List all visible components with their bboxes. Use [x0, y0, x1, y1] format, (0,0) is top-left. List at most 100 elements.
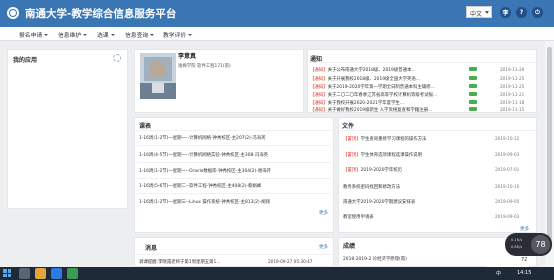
- notice-date: 2019-11-15: [500, 107, 525, 112]
- nav-item-course-select[interactable]: 选课: [97, 30, 115, 39]
- chevron-down-icon: [485, 11, 489, 14]
- nav-label: 信息查询: [125, 33, 149, 39]
- chevron-down-icon: [150, 34, 155, 36]
- doc-item[interactable]: 教室使用申请表: [343, 214, 374, 220]
- doc-text: 南通大学2019-2020学期建议安排表: [343, 200, 416, 205]
- notice-text: 关于公布南通大学2018级、2019级普通本...: [327, 68, 416, 73]
- new-badge: [469, 76, 477, 80]
- schedule-more-link[interactable]: 更多: [319, 210, 328, 216]
- chevron-down-icon: [188, 34, 193, 36]
- doc-item[interactable]: 【置顶】学生体育选项课程选课操作说明: [343, 152, 422, 158]
- nav-item-evaluation[interactable]: 教学评价: [163, 30, 193, 39]
- file-explorer-icon[interactable]: [35, 268, 46, 279]
- scrollbar-thumb[interactable]: [547, 47, 552, 247]
- notice-text: 关于我校开展2020-2021学年度学生...: [327, 101, 404, 106]
- nav-label: 教学评价: [163, 33, 187, 39]
- grade-score: 72: [521, 257, 528, 263]
- help-icon[interactable]: ?: [516, 7, 527, 18]
- chevron-down-icon: [44, 34, 49, 36]
- new-badge: [469, 84, 477, 88]
- notice-item[interactable]: 【通知】关于我校开展2020-2021学年度学生...: [310, 100, 404, 106]
- taskbar: 中 14:15: [0, 267, 554, 280]
- schedule-item[interactable]: 1-16周(4-5节)一星期一--计算机网络实验-钟秀校区-主308-冯海英: [139, 152, 268, 158]
- notice-text: 关于做好我校2019级新生 入学资格复查和学籍注册...: [327, 108, 433, 113]
- nav-label: 信息维护: [58, 33, 82, 39]
- gear-icon[interactable]: [113, 54, 121, 62]
- user-avatar-icon[interactable]: 李: [500, 7, 511, 18]
- notice-tag: 【通知】: [310, 108, 328, 113]
- language-select[interactable]: 中文: [466, 6, 492, 18]
- windows-start-icon[interactable]: [3, 269, 11, 277]
- nav-label: 选课: [97, 33, 109, 39]
- notice-item[interactable]: 【通知】关于二〇二〇年春季江苏省高等学校计算机等级考试报...: [310, 92, 437, 98]
- upload-speed: 0.1K/s: [511, 238, 523, 242]
- notice-text: 关于二〇二〇年春季江苏省高等学校计算机等级考试报...: [327, 93, 438, 98]
- notice-tag: 【通知】: [310, 93, 328, 98]
- avatar: [140, 53, 176, 99]
- new-badge: [469, 92, 477, 96]
- doc-text: 2019-2020学年校历: [360, 168, 403, 173]
- notice-text: 关于2019-2020学年第一学期全日制普通本科主辅修...: [327, 85, 435, 90]
- doc-tag: 【置顶】: [343, 137, 361, 142]
- language-value: 中文: [470, 11, 483, 18]
- logout-icon[interactable]: ⏻: [532, 7, 543, 18]
- nav-label: 报名申请: [19, 33, 43, 39]
- notice-item[interactable]: 【通知】关于做好我校2019级新生 入学资格复查和学籍注册...: [310, 107, 432, 113]
- doc-tag: 【置顶】: [343, 168, 361, 173]
- doc-date: 2019-10-12: [495, 136, 520, 141]
- schedule-item[interactable]: 1-16周(1-2节)一星期一--Oracle数据库-钟秀校区-主304(2)-…: [139, 168, 271, 174]
- doc-text: 学生查询重修学习课程的操作方法: [360, 137, 427, 142]
- schedule-title: 课表: [139, 123, 152, 130]
- my-apps-panel: [7, 49, 128, 209]
- message-date: 2019-09-27 05:30:47: [268, 259, 313, 264]
- schedule-item[interactable]: 1-16周(5-6节)一星期二--软件工程-钟秀校区-主408(2)-蔡娟峰: [139, 183, 261, 189]
- notice-item[interactable]: 【通知】关于开展我校2018级、2019级全国大学英语...: [310, 76, 420, 82]
- new-badge: [469, 107, 477, 111]
- notice-tag: 【通知】: [310, 101, 328, 106]
- browser-icon[interactable]: [51, 268, 62, 279]
- ime-indicator[interactable]: 中: [496, 270, 501, 277]
- message-item[interactable]: 调课提醒:李晓霞老师于第1周星期五第1...: [139, 259, 221, 265]
- new-badge: [469, 100, 477, 104]
- network-speed-widget[interactable]: 0.1K/s 0.8K/s 78: [505, 233, 552, 256]
- doc-date: 2019-10-10: [495, 184, 520, 189]
- user-name: 李意真: [178, 53, 197, 60]
- memory-usage-gauge: 78: [531, 235, 550, 254]
- docs-more-link[interactable]: 更多: [520, 226, 529, 232]
- schedule-item[interactable]: 1-16周(1-2节)一星期三--Linux 操作系统-钟秀校区-主813(2)…: [139, 199, 270, 205]
- nav-item-info-maintain[interactable]: 信息维护: [58, 30, 88, 39]
- app-icon[interactable]: [67, 268, 78, 279]
- doc-item[interactable]: 【置顶】学生查询重修学习课程的操作方法: [343, 136, 426, 142]
- schedule-item[interactable]: 1-16周(1-2节)一星期一--计算机网络-钟秀校区-主207(2)-冯海英: [139, 135, 266, 141]
- clock[interactable]: 14:15: [517, 270, 531, 276]
- doc-date: 2019-09-03: [495, 214, 520, 219]
- notice-item[interactable]: 【通知】关于2019-2020学年第一学期全日制普通本科主辅修...: [310, 84, 435, 90]
- notice-date: 2019-11-21: [500, 92, 525, 97]
- my-apps-title: 我的应用: [13, 57, 38, 64]
- grade-item[interactable]: 2018-2019-2 论经济学原理(南): [343, 256, 407, 262]
- task-view-icon[interactable]: [19, 268, 30, 279]
- main-nav: 报名申请 信息维护 选课 信息查询 教学评价: [0, 27, 554, 41]
- download-speed: 0.8K/s: [511, 245, 523, 249]
- notice-date: 2019-11-18: [500, 100, 525, 105]
- doc-text: 教室使用申请表: [343, 215, 374, 220]
- nav-item-apply[interactable]: 报名申请: [19, 30, 49, 39]
- doc-item[interactable]: 【置顶】2019-2020学年校历: [343, 167, 402, 173]
- grades-title: 成绩: [343, 243, 356, 250]
- top-header: 南通大学-教学综合信息服务平台 中文 李 ? ⏻: [0, 0, 554, 27]
- notice-item[interactable]: 【通知】关于公布南通大学2018级、2019级普通本...: [310, 67, 416, 73]
- memory-usage-value: 78: [535, 240, 546, 249]
- doc-tag: 【置顶】: [343, 153, 361, 158]
- nav-item-info-query[interactable]: 信息查询: [125, 30, 155, 39]
- user-avatar-letter: 李: [502, 10, 509, 17]
- notice-date: 2019-11-25: [500, 76, 525, 81]
- messages-more-link[interactable]: 更多: [319, 244, 328, 250]
- doc-text: 教务系统密码找回和修改方法: [343, 185, 401, 190]
- notice-tag: 【通知】: [310, 68, 328, 73]
- doc-date: 2019-09-03: [495, 152, 520, 157]
- doc-item[interactable]: 教务系统密码找回和修改方法: [343, 184, 400, 190]
- page-title: 南通大学-教学综合信息服务平台: [25, 8, 177, 20]
- doc-item[interactable]: 南通大学2019-2020学期建议安排表: [343, 199, 415, 205]
- new-badge: [469, 67, 477, 71]
- notice-date: 2019-11-25: [500, 84, 525, 89]
